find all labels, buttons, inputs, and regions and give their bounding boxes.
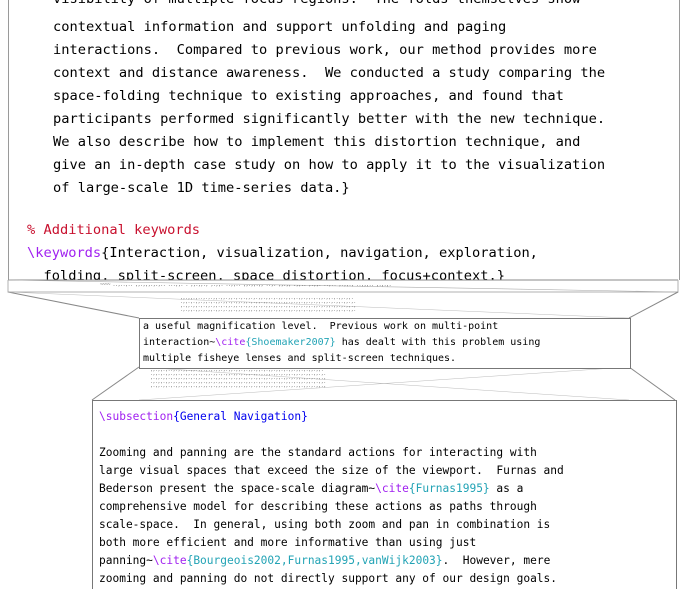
text-span: has dealt with this problem using [335,337,541,348]
text-line: large visual spaces that exceed the size… [99,464,564,477]
text-line: a useful magnification level. Previous w… [143,321,499,332]
subsection-line: \subsection{General Navigation} [99,409,308,426]
text-line: comprehensive model for describing these… [99,500,537,513]
editor-canvas: { "top_view": { "partial_line": "visibil… [0,0,681,589]
text-line: Bederson present the space-scale diagram… [99,481,523,498]
middle-focus-view[interactable]: a useful magnification level. Previous w… [139,318,631,369]
text-line: both more efficient and more informative… [99,536,477,549]
text-line: scale-space. In general, using both zoom… [99,518,551,531]
bottom-focus-view[interactable]: \subsection{General Navigation} Zooming … [92,400,677,589]
folded-text-region: ~~~~ ..,..,.. ,,.,,,.,.,.. ...,,. . ,,.,… [100,282,392,288]
text-span: . However, mere [442,554,551,567]
text-span: interaction~ [143,337,216,348]
text-line: Zooming and panning are the standard act… [99,446,537,459]
cite-command: \cite [215,337,246,348]
cite-command: \cite [375,482,409,495]
text-line: multiple fisheye lenses and split-screen… [143,353,457,364]
cite-argument: {Shoemaker2007} [245,337,336,348]
folded-text-region: ,,.,,.,..,.,.,,.,,.,,.,.,.,,.,.,,.,,.,.,… [180,296,356,313]
cite-command: \cite [152,554,187,567]
text-span: as a [489,482,524,495]
cite-argument: {Furnas1995} [408,482,490,495]
text-span: Bederson present the space-scale diagram… [99,482,376,495]
text-line: interaction~\cite{Shoemaker2007} has dea… [143,335,540,352]
text-line: panning~\cite{Bourgeois2002,Furnas1995,v… [99,553,550,570]
subsection-argument: {General Navigation} [173,410,308,423]
text-span: panning~ [99,554,153,567]
subsection-command: \subsection [99,410,174,423]
text-line: zooming and panning do not directly supp… [99,572,558,585]
cite-argument: {Bourgeois2002,Furnas1995,vanWijk2003} [186,554,443,567]
folded-text-region: ,,.,,.,..,.,.,,.,,.,,.,.,.,,.,.,,.,,.,.,… [150,368,326,389]
